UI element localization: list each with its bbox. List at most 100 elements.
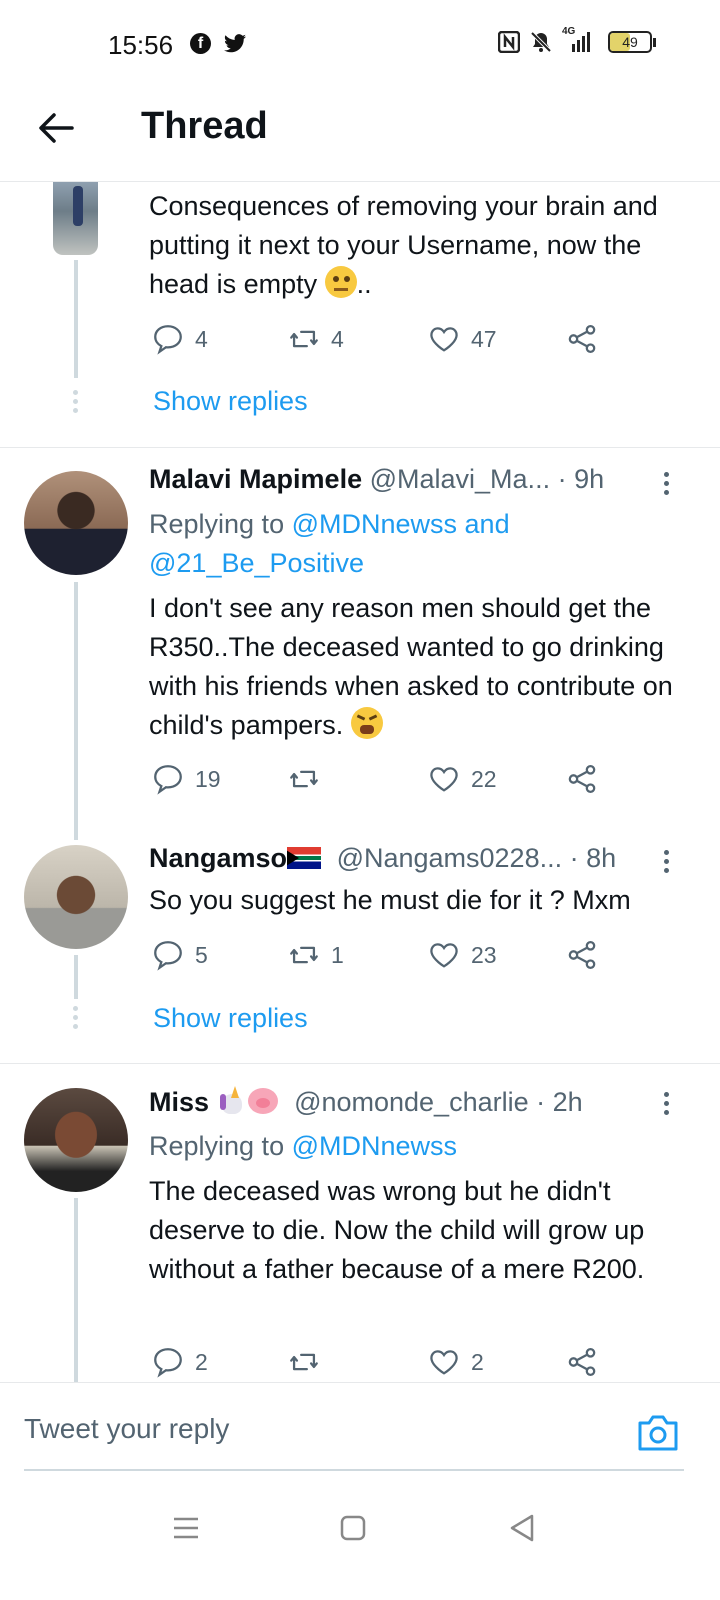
menu-icon[interactable] (166, 1508, 206, 1548)
south-africa-flag-icon (287, 847, 322, 869)
show-replies-link[interactable]: Show replies (153, 1003, 308, 1034)
divider (0, 1063, 720, 1064)
system-icons: 4G 49 (498, 26, 656, 53)
reply-button[interactable]: 4 (151, 322, 208, 356)
retweet-icon (290, 1353, 318, 1371)
retweet-icon (290, 770, 318, 788)
like-button[interactable]: 22 (427, 762, 497, 796)
avatar[interactable] (24, 1088, 128, 1192)
more-options-icon[interactable] (660, 850, 672, 873)
timestamp: · 9h (557, 464, 605, 494)
mute-bell-icon (530, 31, 552, 53)
page-title: Thread (141, 105, 268, 147)
tweet-text: Consequences of removing your brain and … (149, 191, 658, 299)
share-button[interactable] (565, 762, 599, 796)
divider (0, 447, 720, 448)
like-button[interactable]: 47 (427, 322, 497, 356)
handle[interactable]: @Malavi_Ma... (370, 464, 550, 494)
status-time: 15:56 (108, 30, 174, 60)
tweet-text: The deceased was wrong but he didn't des… (149, 1176, 645, 1284)
pig-icon (247, 1086, 279, 1116)
tired-face-icon (350, 707, 383, 739)
battery-level: 49 (622, 34, 638, 50)
unicorn-icon (217, 1086, 247, 1116)
reply-button[interactable]: 5 (151, 938, 208, 972)
heart-icon (430, 1350, 458, 1375)
avatar[interactable] (24, 845, 128, 949)
thread-line (74, 1198, 78, 1382)
share-button[interactable] (565, 1345, 599, 1379)
reply-button[interactable]: 19 (151, 762, 221, 796)
back-icon[interactable] (502, 1508, 542, 1548)
tweet-actions: 2 2 (149, 1345, 619, 1382)
reply-input[interactable]: Tweet your reply (24, 1383, 684, 1471)
twitter-bird-icon (224, 34, 246, 53)
heart-icon (430, 767, 458, 792)
replying-to: Replying to @MDNnewss and @21_Be_Positiv… (149, 509, 510, 578)
tweet-header: Nangamso @Nangams0228... · 8h (149, 843, 669, 883)
retweet-icon (290, 946, 318, 964)
timestamp: · 2h (536, 1087, 583, 1117)
like-button[interactable]: 2 (427, 1345, 484, 1379)
retweet-button[interactable]: 4 (287, 322, 344, 356)
mention-link[interactable]: @21_Be_Positive (149, 548, 364, 578)
thread-list[interactable]: Consequences of removing your brain and … (0, 182, 720, 1382)
mention-link[interactable]: @MDNnewss and (292, 509, 510, 539)
share-icon (568, 940, 596, 970)
replying-to: Replying to @MDNnewss (149, 1131, 458, 1161)
back-arrow-icon[interactable] (36, 108, 76, 148)
like-button[interactable]: 23 (427, 938, 497, 972)
top-bar: Thread (0, 90, 720, 182)
tweet-text: I don't see any reason men should get th… (149, 593, 673, 740)
display-name[interactable]: Nangamso (149, 843, 287, 873)
heart-icon (430, 943, 458, 968)
reply-icon (154, 765, 182, 795)
more-options-icon[interactable] (660, 1092, 672, 1115)
tweet-text: So you suggest he must die for it ? Mxm (149, 885, 631, 915)
tweet-actions: 4 4 47 (149, 322, 619, 366)
thread-line (74, 260, 78, 378)
share-button[interactable] (565, 322, 599, 356)
reply-composer: Tweet your reply (0, 1382, 720, 1472)
retweet-button[interactable] (287, 762, 331, 796)
reply-icon (154, 941, 182, 971)
avatar[interactable] (24, 471, 128, 575)
battery-icon: 49 (608, 31, 656, 53)
mention-link[interactable]: @MDNnewss (292, 1131, 457, 1161)
network-type: 4G (562, 26, 576, 37)
tweet-header: Miss @nomonde_charlie · 2h (149, 1086, 669, 1126)
reply-icon (154, 1348, 182, 1378)
camera-icon[interactable] (636, 1413, 680, 1453)
nfc-icon (498, 31, 520, 53)
more-options-icon[interactable] (660, 472, 672, 495)
tweet-actions: 5 1 23 (149, 938, 619, 982)
retweet-icon (290, 330, 318, 348)
avatar[interactable] (53, 182, 98, 255)
handle[interactable]: @Nangams0228... (337, 843, 563, 873)
share-icon (568, 1347, 596, 1377)
thread-dots (73, 390, 79, 413)
facebook-icon: f (190, 33, 211, 54)
face-with-rolling-eyes-icon (324, 266, 357, 298)
share-icon (568, 764, 596, 794)
tweet-actions: 19 22 (149, 762, 619, 806)
display-name[interactable]: Malavi Mapimele (149, 464, 362, 494)
status-bar: 15:56 f 4G 49 (0, 0, 720, 90)
notification-icons: f (190, 33, 247, 55)
retweet-button[interactable] (287, 1345, 331, 1379)
signal-icon: 4G (562, 26, 590, 52)
handle[interactable]: @nomonde_charlie (294, 1087, 529, 1117)
display-name[interactable]: Miss (149, 1087, 209, 1117)
reply-icon (154, 325, 182, 355)
share-button[interactable] (565, 938, 599, 972)
system-nav-bar (0, 1480, 720, 1600)
thread-dots (73, 1006, 79, 1029)
thread-line (74, 582, 78, 840)
tweet-header: Malavi Mapimele @Malavi_Ma... · 9h (149, 464, 669, 504)
show-replies-link[interactable]: Show replies (153, 386, 308, 417)
reply-button[interactable]: 2 (151, 1345, 208, 1379)
retweet-button[interactable]: 1 (287, 938, 344, 972)
share-icon (568, 324, 596, 354)
home-icon[interactable] (333, 1508, 373, 1548)
thread-line (74, 955, 78, 999)
